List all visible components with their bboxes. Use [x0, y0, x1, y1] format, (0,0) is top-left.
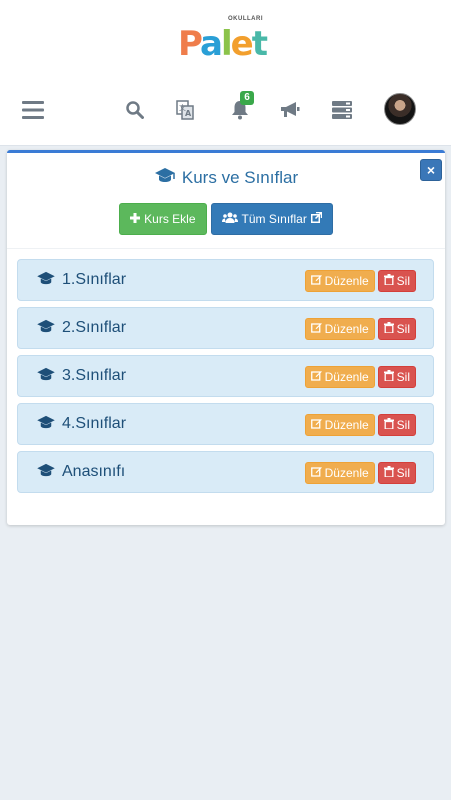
edit-button[interactable]: Düzenle	[304, 414, 375, 436]
graduation-cap-icon	[36, 415, 56, 434]
course-row: 4.Sınıflar Düzenle Sil	[17, 403, 434, 445]
edit-label: Düzenle	[324, 370, 369, 384]
trash-icon	[383, 274, 394, 288]
row-actions: Düzenle Sil	[304, 462, 416, 484]
course-row: 3.Sınıflar Düzenle Sil	[17, 355, 434, 397]
hamburger-icon[interactable]	[17, 94, 49, 126]
course-label[interactable]: 1.Sınıflar	[36, 260, 126, 300]
edit-icon	[310, 370, 322, 384]
course-row: 2.Sınıflar Düzenle Sil	[17, 307, 434, 349]
delete-label: Sil	[396, 322, 410, 336]
add-course-label: Kurs Ekle	[144, 212, 196, 226]
course-name: 1.Sınıflar	[62, 271, 127, 288]
panel-title: Kurs ve Sınıflar	[7, 167, 445, 188]
svg-text:A: A	[185, 109, 192, 118]
users-icon	[221, 212, 238, 227]
add-course-button[interactable]: Kurs Ekle	[119, 203, 207, 235]
course-label[interactable]: Anasınıfı	[36, 452, 125, 492]
graduation-cap-icon	[36, 271, 56, 290]
courses-panel: × Kurs ve Sınıflar Kurs Ekle Tüm Sınıfla…	[7, 150, 445, 525]
edit-icon	[310, 418, 322, 432]
trash-icon	[383, 322, 394, 336]
row-actions: Düzenle Sil	[304, 318, 416, 340]
external-link-icon	[310, 211, 323, 226]
delete-label: Sil	[396, 418, 410, 432]
megaphone-icon[interactable]	[274, 94, 306, 126]
delete-button[interactable]: Sil	[377, 270, 416, 292]
graduation-cap-icon	[154, 167, 176, 188]
course-label[interactable]: 2.Sınıflar	[36, 308, 126, 348]
edit-label: Düzenle	[324, 466, 369, 480]
panel-actions: Kurs Ekle Tüm Sınıflar	[7, 203, 445, 235]
notification-badge: 6	[240, 91, 254, 105]
server-icon[interactable]	[326, 94, 358, 126]
row-actions: Düzenle Sil	[304, 414, 416, 436]
panel-title-text: Kurs ve Sınıflar	[181, 167, 299, 187]
graduation-cap-icon	[36, 367, 56, 386]
all-classes-label: Tüm Sınıflar	[241, 212, 307, 226]
logo-tagline: OKULLARI	[228, 16, 263, 22]
all-classes-button[interactable]: Tüm Sınıflar	[210, 203, 333, 235]
delete-label: Sil	[396, 274, 410, 288]
translate-icon[interactable]: 文A	[169, 94, 201, 126]
course-name: 3.Sınıflar	[62, 367, 127, 384]
delete-button[interactable]: Sil	[377, 462, 416, 484]
search-icon[interactable]	[119, 94, 151, 126]
course-name: Anasınıfı	[62, 463, 126, 480]
course-list: 1.Sınıflar Düzenle Sil 2.Sınıflar Düzenl…	[17, 259, 434, 499]
user-avatar[interactable]	[384, 93, 416, 125]
graduation-cap-icon	[36, 463, 56, 482]
edit-button[interactable]: Düzenle	[304, 270, 375, 292]
delete-label: Sil	[396, 370, 410, 384]
plus-icon	[130, 212, 141, 226]
trash-icon	[383, 370, 394, 384]
delete-button[interactable]: Sil	[377, 414, 416, 436]
panel-divider	[7, 248, 445, 249]
delete-label: Sil	[396, 466, 410, 480]
row-actions: Düzenle Sil	[304, 270, 416, 292]
graduation-cap-icon	[36, 319, 56, 338]
course-row: 1.Sınıflar Düzenle Sil	[17, 259, 434, 301]
app-header: Palet OKULLARI 文A 6	[0, 0, 451, 146]
edit-label: Düzenle	[324, 418, 369, 432]
edit-icon	[310, 274, 322, 288]
edit-button[interactable]: Düzenle	[304, 462, 375, 484]
edit-icon	[310, 466, 322, 480]
course-name: 2.Sınıflar	[62, 319, 127, 336]
delete-button[interactable]: Sil	[377, 318, 416, 340]
course-label[interactable]: 4.Sınıflar	[36, 404, 126, 444]
edit-icon	[310, 322, 322, 336]
course-row: Anasınıfı Düzenle Sil	[17, 451, 434, 493]
course-name: 4.Sınıflar	[62, 415, 127, 432]
edit-label: Düzenle	[324, 274, 369, 288]
course-label[interactable]: 3.Sınıflar	[36, 356, 126, 396]
trash-icon	[383, 418, 394, 432]
row-actions: Düzenle Sil	[304, 366, 416, 388]
delete-button[interactable]: Sil	[377, 366, 416, 388]
logo-wordmark: Palet	[178, 24, 268, 64]
edit-button[interactable]: Düzenle	[304, 366, 375, 388]
palet-logo[interactable]: Palet OKULLARI	[176, 14, 276, 64]
edit-button[interactable]: Düzenle	[304, 318, 375, 340]
edit-label: Düzenle	[324, 322, 369, 336]
trash-icon	[383, 466, 394, 480]
